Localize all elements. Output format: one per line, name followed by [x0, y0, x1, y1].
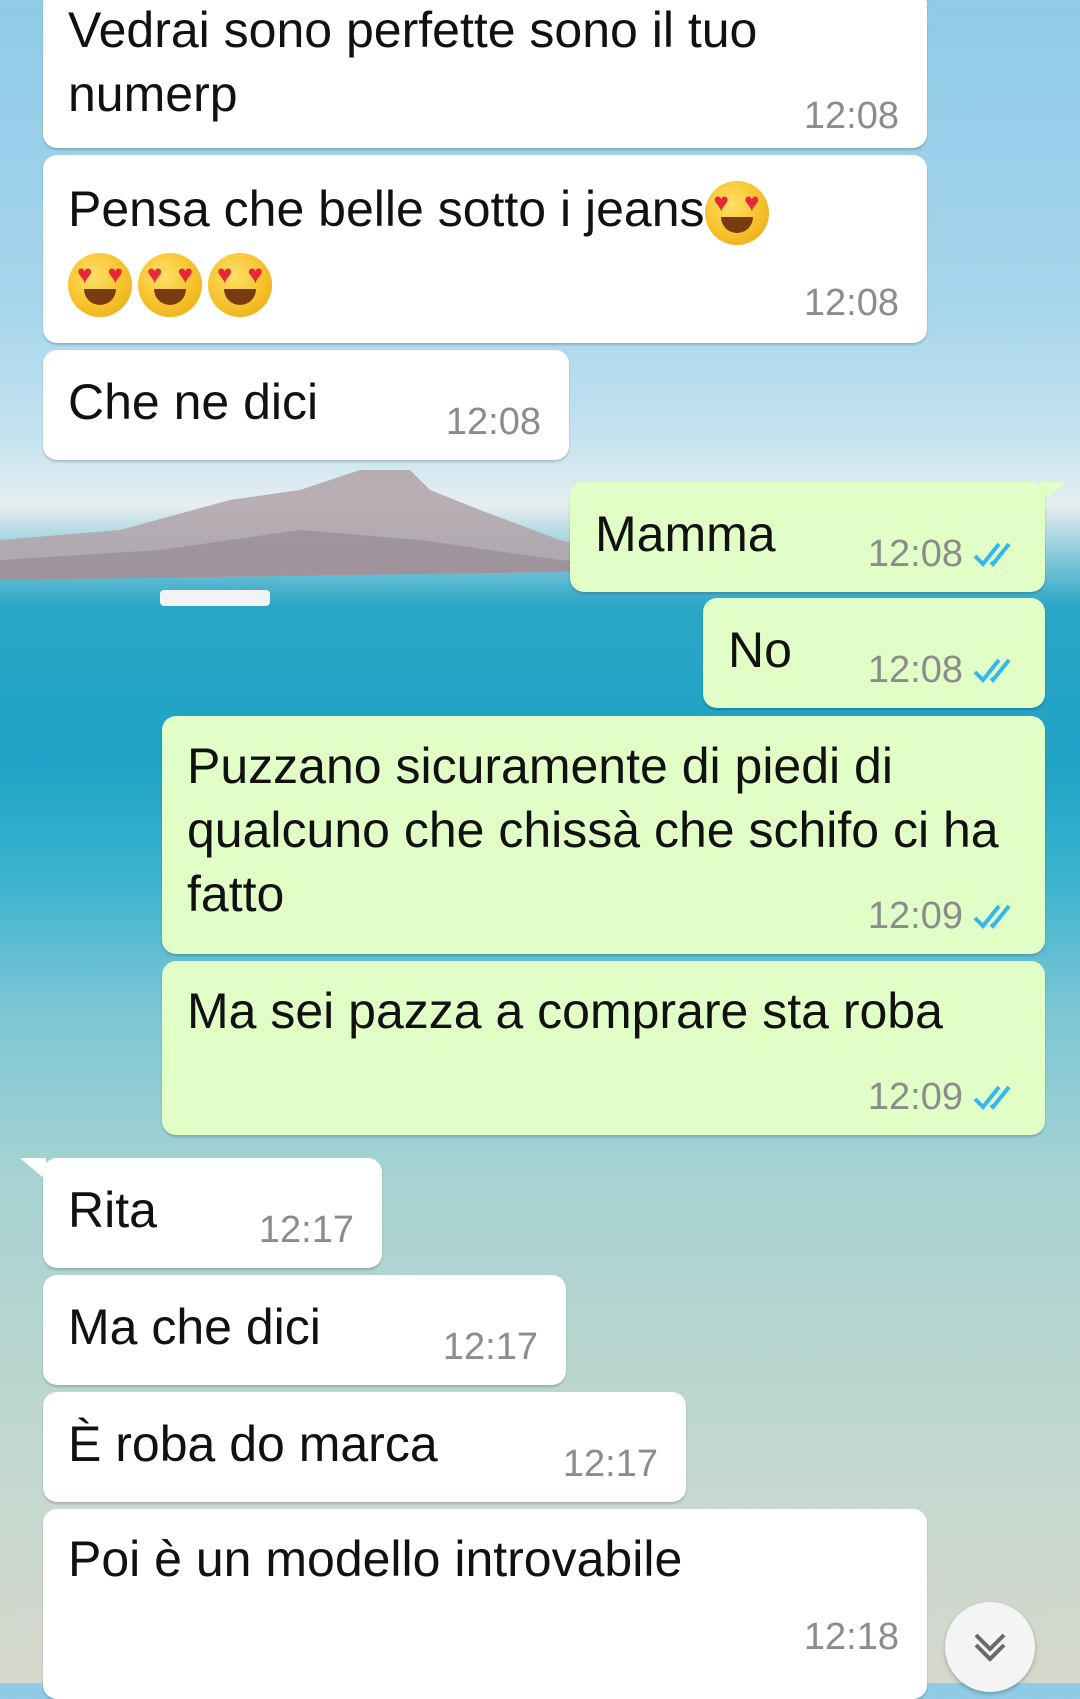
- message-time: 12:18: [803, 1616, 899, 1658]
- read-receipt-icon: [973, 904, 1011, 929]
- read-receipt-icon: [973, 1085, 1011, 1110]
- message-bubble-outgoing[interactable]: Mamma 12:08: [570, 482, 1045, 592]
- double-chevron-down-icon: [974, 1633, 1006, 1662]
- message-time: 12:08: [867, 649, 963, 691]
- message-time: 12:08: [867, 533, 963, 575]
- message-text: Poi è un modello introvabile: [68, 1531, 683, 1587]
- message-time: 12:09: [867, 895, 963, 937]
- message-bubble-outgoing[interactable]: No 12:08: [703, 598, 1045, 708]
- message-time: 12:17: [442, 1326, 538, 1368]
- message-bubble-incoming[interactable]: Rita 12:17: [43, 1158, 382, 1268]
- message-time: 12:17: [562, 1443, 658, 1485]
- message-bubble-incoming[interactable]: Vedrai sono perfette sono il tuo numerp …: [43, 0, 927, 148]
- message-bubble-incoming[interactable]: Ma che dici 12:17: [43, 1275, 566, 1385]
- message-time: 12:17: [258, 1209, 354, 1251]
- message-bubble-outgoing[interactable]: Puzzano sicuramente di piedi di qualcuno…: [162, 716, 1045, 954]
- message-bubble-incoming[interactable]: Che ne dici 12:08: [43, 350, 569, 460]
- message-bubble-incoming[interactable]: Poi è un modello introvabile 12:18: [43, 1509, 927, 1699]
- message-bubble-outgoing[interactable]: Ma sei pazza a comprare sta roba 12:09: [162, 961, 1045, 1135]
- scroll-to-bottom-button[interactable]: [945, 1602, 1035, 1692]
- heart-eyes-emoji-icon: [208, 252, 272, 317]
- heart-eyes-emoji-icon: [138, 252, 202, 317]
- message-time: 12:08: [803, 282, 899, 324]
- read-receipt-icon: [973, 658, 1011, 683]
- message-time: 12:08: [445, 401, 541, 443]
- message-text: Ma sei pazza a comprare sta roba: [187, 983, 943, 1039]
- message-time: 12:08: [803, 95, 899, 137]
- heart-eyes-emoji-icon: [68, 252, 132, 317]
- message-bubble-incoming[interactable]: È roba do marca 12:17: [43, 1392, 686, 1502]
- message-text: Pensa che belle sotto i jeans: [68, 181, 705, 237]
- heart-eyes-emoji-icon: [704, 180, 769, 245]
- message-bubble-incoming[interactable]: Pensa che belle sotto i jeans 12:08: [43, 155, 927, 343]
- message-time: 12:09: [867, 1076, 963, 1118]
- read-receipt-icon: [973, 542, 1011, 567]
- message-text: Vedrai sono perfette sono il tuo numerp: [68, 2, 758, 122]
